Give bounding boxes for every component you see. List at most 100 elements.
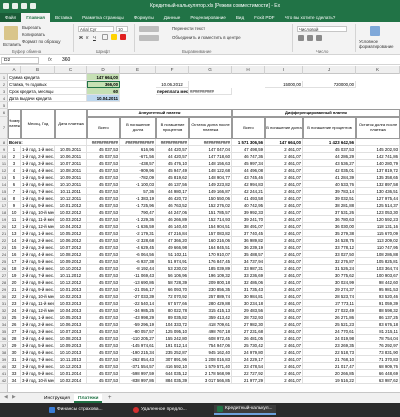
table-cell[interactable]: 14 (8, 237, 21, 244)
table-cell[interactable]: 37 740,45 (232, 230, 265, 237)
table-cell[interactable]: 10.06.2013 (55, 321, 87, 328)
table-cell[interactable]: 3-й год, 4-й мес. (21, 335, 55, 342)
table-cell[interactable]: 23 478,54 (232, 363, 265, 370)
table-cell[interactable]: 307 891,96 (156, 356, 189, 363)
table-cell[interactable]: 33 778,12 (303, 244, 356, 251)
table-cell[interactable]: 125 514,37 (356, 202, 400, 209)
table-cell[interactable]: 45 037,53 (87, 300, 120, 307)
table-cell[interactable]: 2-й год, 8-й мес. (21, 279, 55, 286)
table-cell[interactable]: 2 461,07 (265, 230, 303, 237)
tab-home[interactable]: Главная (21, 13, 50, 22)
table-cell[interactable]: 19 516,22 (303, 377, 356, 384)
table-cell[interactable]: 3-й год, 7-й мес. (21, 356, 55, 363)
table-cell[interactable]: 34 (8, 377, 21, 384)
table-cell[interactable]: 1-й год, 1-й мес. (21, 146, 55, 153)
table-cell[interactable]: 28 732,93 (232, 314, 265, 321)
table-cell[interactable]: 2 461,07 (265, 251, 303, 258)
table-cell[interactable]: -782,09 (120, 174, 156, 181)
table-cell[interactable]: 145 202,93 (356, 146, 400, 153)
table-cell[interactable]: 53 230,02 (156, 265, 189, 272)
table-cell[interactable]: -43 998,29 (120, 314, 156, 321)
table-cell[interactable]: -909,96 (120, 167, 156, 174)
table-cell[interactable]: 10.10.2012 (55, 265, 87, 272)
table-cell[interactable]: 45 037,53 (87, 167, 120, 174)
table-cell[interactable]: 30 (8, 349, 21, 356)
table-cell[interactable]: 1 (8, 146, 21, 153)
table-cell[interactable]: 22 518,73 (303, 349, 356, 356)
table-cell[interactable]: 2 461,07 (265, 321, 303, 328)
table-cell[interactable]: 498 767,18 (189, 328, 232, 335)
add-sheet-button[interactable]: + (104, 394, 116, 403)
tab-formulas[interactable]: Формулы (129, 13, 159, 22)
table-cell[interactable]: 154 904,51 (189, 223, 232, 230)
tab-file[interactable]: Файл (0, 13, 22, 22)
table-cell[interactable]: 10.04.2012 (55, 223, 87, 230)
table-cell[interactable]: 1-й год, 12-й мес. (21, 223, 55, 230)
table-cell[interactable]: 10.09.2013 (55, 342, 87, 349)
table-cell[interactable]: 44 420,57 (156, 146, 189, 153)
redo-icon[interactable] (30, 3, 36, 9)
table-cell[interactable]: 2-й год, 6-й мес. (21, 265, 55, 272)
table-cell[interactable]: 2 461,07 (265, 356, 303, 363)
table-cell[interactable]: 95 981,53 (356, 286, 400, 293)
table-cell[interactable]: 5 (8, 174, 21, 181)
table-cell[interactable]: -59 296,19 (120, 321, 156, 328)
table-cell[interactable]: 191 012,14 (156, 342, 189, 349)
table-cell[interactable]: 155 242,80 (156, 335, 189, 342)
table-cell[interactable]: 2 461,07 (265, 209, 303, 216)
table-cell[interactable]: 2 461,07 (265, 195, 303, 202)
tab-foxit-pdf[interactable]: Foxit PDF (249, 13, 279, 22)
table-cell[interactable]: 2 461,07 (265, 328, 303, 335)
table-cell[interactable]: 130 436,51 (356, 188, 400, 195)
table-cell[interactable]: 68 909,76 (356, 363, 400, 370)
table-cell[interactable]: 2-й год, 7-й мес. (21, 272, 55, 279)
table-cell[interactable]: 127 975,44 (356, 195, 400, 202)
table-cell[interactable]: 21 977,29 (232, 377, 265, 384)
sheet-tab-instructions[interactable]: Инструкция (40, 394, 74, 403)
table-cell[interactable]: 616,96 (120, 146, 156, 153)
table-cell[interactable]: 45 037,53 (87, 174, 120, 181)
table-cell[interactable]: 10 (8, 209, 21, 216)
table-cell[interactable]: 10.02.2014 (55, 377, 87, 384)
totals-cell[interactable]: 1 423 642,56 (303, 139, 356, 146)
table-cell[interactable]: -27 033,39 (120, 293, 156, 300)
table-cell[interactable]: 27 773,11 (303, 300, 356, 307)
table-cell[interactable]: 10.08.2012 (55, 251, 87, 258)
table-cell[interactable]: 41 284,39 (303, 174, 356, 181)
table-cell[interactable]: 35 488,57 (232, 251, 265, 258)
table-cell[interactable]: 2 461,07 (265, 314, 303, 321)
table-cell[interactable]: -262 854,43 (120, 356, 156, 363)
bold-button[interactable]: Ж (79, 35, 83, 40)
table-cell[interactable]: 56 106,96 (156, 272, 189, 279)
table-cell[interactable]: 45 476,10 (156, 160, 189, 167)
table-cell[interactable]: 125 095,10 (156, 328, 189, 335)
table-cell[interactable]: 24 770,61 (303, 328, 356, 335)
totals-cell[interactable]: ########### (87, 139, 120, 146)
table-cell[interactable]: 27 022,49 (303, 307, 356, 314)
table-cell[interactable]: 29 (8, 342, 21, 349)
table-cell[interactable]: -4 629,45 (120, 244, 156, 251)
table-cell[interactable]: 73 831,90 (356, 349, 400, 356)
table-cell[interactable]: 1-й год, 8-й мес. (21, 195, 55, 202)
table-cell[interactable]: 3-й год, 2-й мес. (21, 321, 55, 328)
table-cell[interactable]: 2 461,07 (265, 265, 303, 272)
tab-insert[interactable]: Вставка (50, 13, 77, 22)
table-cell[interactable]: 110 747,95 (356, 244, 400, 251)
comma-style-icon[interactable] (316, 35, 322, 41)
table-cell[interactable]: 1 579 571,40 (189, 363, 232, 370)
table-cell[interactable]: 33 (8, 370, 21, 377)
table-cell[interactable]: 45 037,53 (87, 370, 120, 377)
table-cell[interactable]: 10.05.2013 (55, 314, 87, 321)
table-cell[interactable]: 58 728,39 (156, 279, 189, 286)
table-cell[interactable]: -110 205,27 (120, 335, 156, 342)
table-cell[interactable]: 2-й год, 2-й мес. (21, 237, 55, 244)
table-cell[interactable]: 44 420,57 (156, 153, 189, 160)
table-cell[interactable]: 45 037,53 (87, 321, 120, 328)
table-cell[interactable]: 51 974,91 (156, 258, 189, 265)
table-cell[interactable]: 108 286,88 (356, 251, 400, 258)
table-cell[interactable]: 1-й год, 2-й мес. (21, 153, 55, 160)
table-cell[interactable]: 3-й год, 3-й мес. (21, 328, 55, 335)
wrap-text-button[interactable]: Перенести текст (172, 26, 205, 31)
table-cell[interactable]: 42 244,21 (232, 188, 265, 195)
table-cell[interactable]: 10.01.2013 (55, 286, 87, 293)
